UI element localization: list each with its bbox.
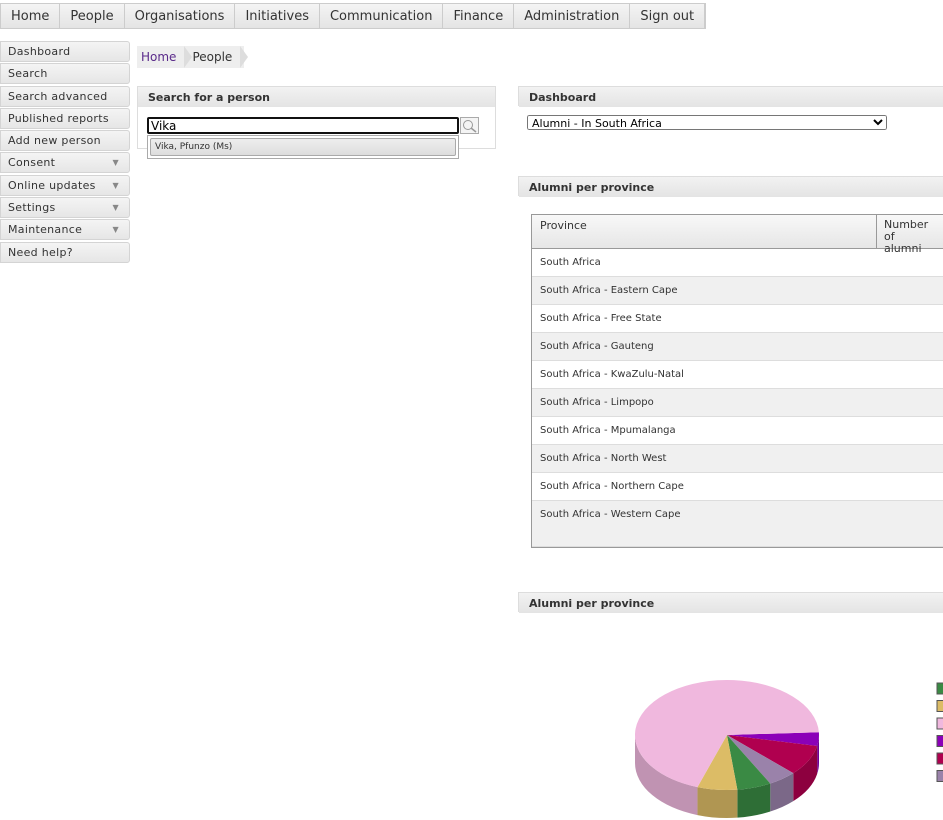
- pie-side-4: [697, 787, 738, 818]
- sidebar-item-search[interactable]: Search: [0, 63, 130, 85]
- breadcrumb: Home People: [137, 46, 249, 68]
- sidebar-item-search-advanced[interactable]: Search advanced: [0, 85, 130, 107]
- search-input[interactable]: [147, 117, 459, 134]
- search-panel-title: Search for a person: [138, 87, 495, 107]
- province-cell: South Africa - Western Cape: [540, 509, 681, 520]
- chevron-down-icon: ▼: [112, 225, 119, 235]
- dashboard-panel: Dashboard: [518, 86, 943, 107]
- nav-finance[interactable]: Finance: [443, 4, 515, 28]
- legend-swatch-2: [936, 717, 943, 730]
- sidebar-item-published-reports[interactable]: Published reports: [0, 107, 130, 129]
- table-row: South Africa - Mpumalanga: [532, 417, 943, 445]
- province-cell: South Africa - Northern Cape: [540, 481, 684, 492]
- chevron-down-icon: ▼: [112, 180, 119, 190]
- table-row: South Africa: [532, 249, 943, 277]
- chart-title: Alumni per province: [519, 593, 943, 613]
- table-row: South Africa - KwaZulu-Natal: [532, 361, 943, 389]
- nav-communication[interactable]: Communication: [320, 4, 444, 28]
- province-cell: South Africa - Limpopo: [540, 397, 654, 408]
- table-row: South Africa - Northern Cape: [532, 473, 943, 501]
- legend-swatch-5: [936, 770, 943, 782]
- province-cell: South Africa - North West: [540, 453, 667, 464]
- sidebar-item-settings[interactable]: Settings ▼: [0, 197, 130, 219]
- dashboard-select[interactable]: Alumni - In South Africa: [527, 115, 887, 130]
- sidebar-item-label: Consent: [8, 156, 56, 170]
- sidebar-item-label: Search advanced: [8, 89, 108, 103]
- search-icon: [463, 120, 477, 133]
- sidebar-item-label: Settings: [8, 201, 56, 215]
- table-row: South Africa - Gauteng: [532, 333, 943, 361]
- chart-panel: Alumni per province: [518, 592, 943, 613]
- nav-people[interactable]: People: [60, 4, 125, 28]
- legend-swatch-3: [936, 735, 943, 747]
- sidebar-item-label: Need help?: [8, 245, 73, 259]
- table-row: South Africa - Limpopo: [532, 389, 943, 417]
- alumni-table: Province Number of alumni South Africa So…: [531, 214, 943, 548]
- sidebar-item-dashboard[interactable]: Dashboard: [0, 41, 130, 62]
- table-row: South Africa - Eastern Cape: [532, 277, 943, 305]
- pie-chart: [635, 680, 943, 818]
- column-header-count[interactable]: Number of alumni: [877, 215, 937, 255]
- province-cell: South Africa - Eastern Cape: [540, 285, 678, 296]
- nav-home[interactable]: Home: [1, 4, 61, 28]
- nav-initiatives[interactable]: Initiatives: [235, 4, 320, 28]
- nav-sign-out[interactable]: Sign out: [630, 4, 706, 28]
- sidebar-item-label: Add new person: [8, 134, 101, 148]
- sidebar-item-add-new-person[interactable]: Add new person: [0, 130, 130, 152]
- legend-swatch-4: [936, 752, 943, 765]
- top-nav: Home People Organisations Initiatives Commun…: [0, 3, 707, 29]
- breadcrumb-people[interactable]: People: [188, 46, 249, 68]
- table-row: South Africa - Western Cape: [532, 501, 943, 547]
- table-title: Alumni per province: [519, 177, 943, 197]
- province-cell: South Africa - Free State: [540, 313, 662, 324]
- breadcrumb-home[interactable]: Home: [137, 46, 193, 68]
- chevron-down-icon: ▼: [112, 158, 119, 168]
- sidebar-item-label: Published reports: [8, 111, 109, 125]
- sidebar-item-label: Online updates: [8, 178, 96, 192]
- search-button[interactable]: [460, 117, 479, 134]
- table-panel: Alumni per province: [518, 176, 943, 197]
- sidebar-item-label: Search: [8, 67, 48, 81]
- legend-swatch-1: [936, 700, 943, 712]
- legend-swatch-0: [936, 682, 943, 695]
- nav-organisations[interactable]: Organisations: [125, 4, 236, 28]
- autocomplete-list: Vika, Pfunzo (Ms): [147, 135, 459, 159]
- autocomplete-item[interactable]: Vika, Pfunzo (Ms): [150, 138, 456, 156]
- table-row: South Africa - North West: [532, 445, 943, 473]
- province-cell: South Africa - Gauteng: [540, 341, 654, 352]
- dashboard-title: Dashboard: [519, 87, 943, 107]
- province-cell: South Africa - Mpumalanga: [540, 425, 676, 436]
- nav-administration[interactable]: Administration: [514, 4, 631, 28]
- table-row: South Africa - Free State: [532, 305, 943, 333]
- sidebar: Dashboard Search Search advanced Published …: [0, 41, 130, 264]
- sidebar-item-online-updates[interactable]: Online updates ▼: [0, 174, 130, 196]
- province-cell: South Africa: [540, 257, 601, 268]
- chevron-down-icon: ▼: [112, 203, 119, 213]
- sidebar-item-need-help-[interactable]: Need help?: [0, 241, 130, 263]
- sidebar-item-maintenance[interactable]: Maintenance ▼: [0, 219, 130, 241]
- sidebar-item-label: Maintenance: [8, 223, 83, 237]
- province-cell: South Africa - KwaZulu-Natal: [540, 369, 684, 380]
- search-panel: Search for a person Vika, Pfunzo (Ms): [137, 86, 496, 159]
- sidebar-item-label: Dashboard: [8, 45, 71, 58]
- sidebar-item-consent[interactable]: Consent ▼: [0, 152, 130, 174]
- column-header-province[interactable]: Province: [532, 215, 877, 248]
